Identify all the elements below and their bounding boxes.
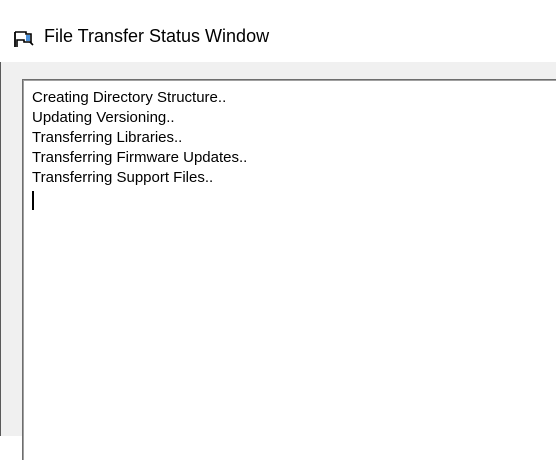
title-bar[interactable]: File Transfer Status Window: [0, 0, 556, 62]
window-title: File Transfer Status Window: [44, 26, 270, 46]
client-area: Creating Directory Structure.. Updating …: [0, 62, 556, 460]
window-left-border: [0, 62, 1, 436]
text-caret: [32, 191, 34, 210]
log-line: Creating Directory Structure..: [32, 89, 227, 106]
status-log-lines: Creating Directory Structure.. Updating …: [32, 88, 247, 188]
log-line: Transferring Libraries..: [32, 129, 183, 146]
window-flag-icon: [14, 31, 34, 47]
log-line: Transferring Support Files..: [32, 169, 214, 186]
log-line: Updating Versioning..: [32, 109, 175, 126]
status-log-textbox[interactable]: Creating Directory Structure.. Updating …: [22, 79, 556, 460]
log-line: Transferring Firmware Updates..: [32, 149, 248, 166]
file-transfer-status-window: File Transfer Status Window Creating Dir…: [0, 0, 556, 460]
